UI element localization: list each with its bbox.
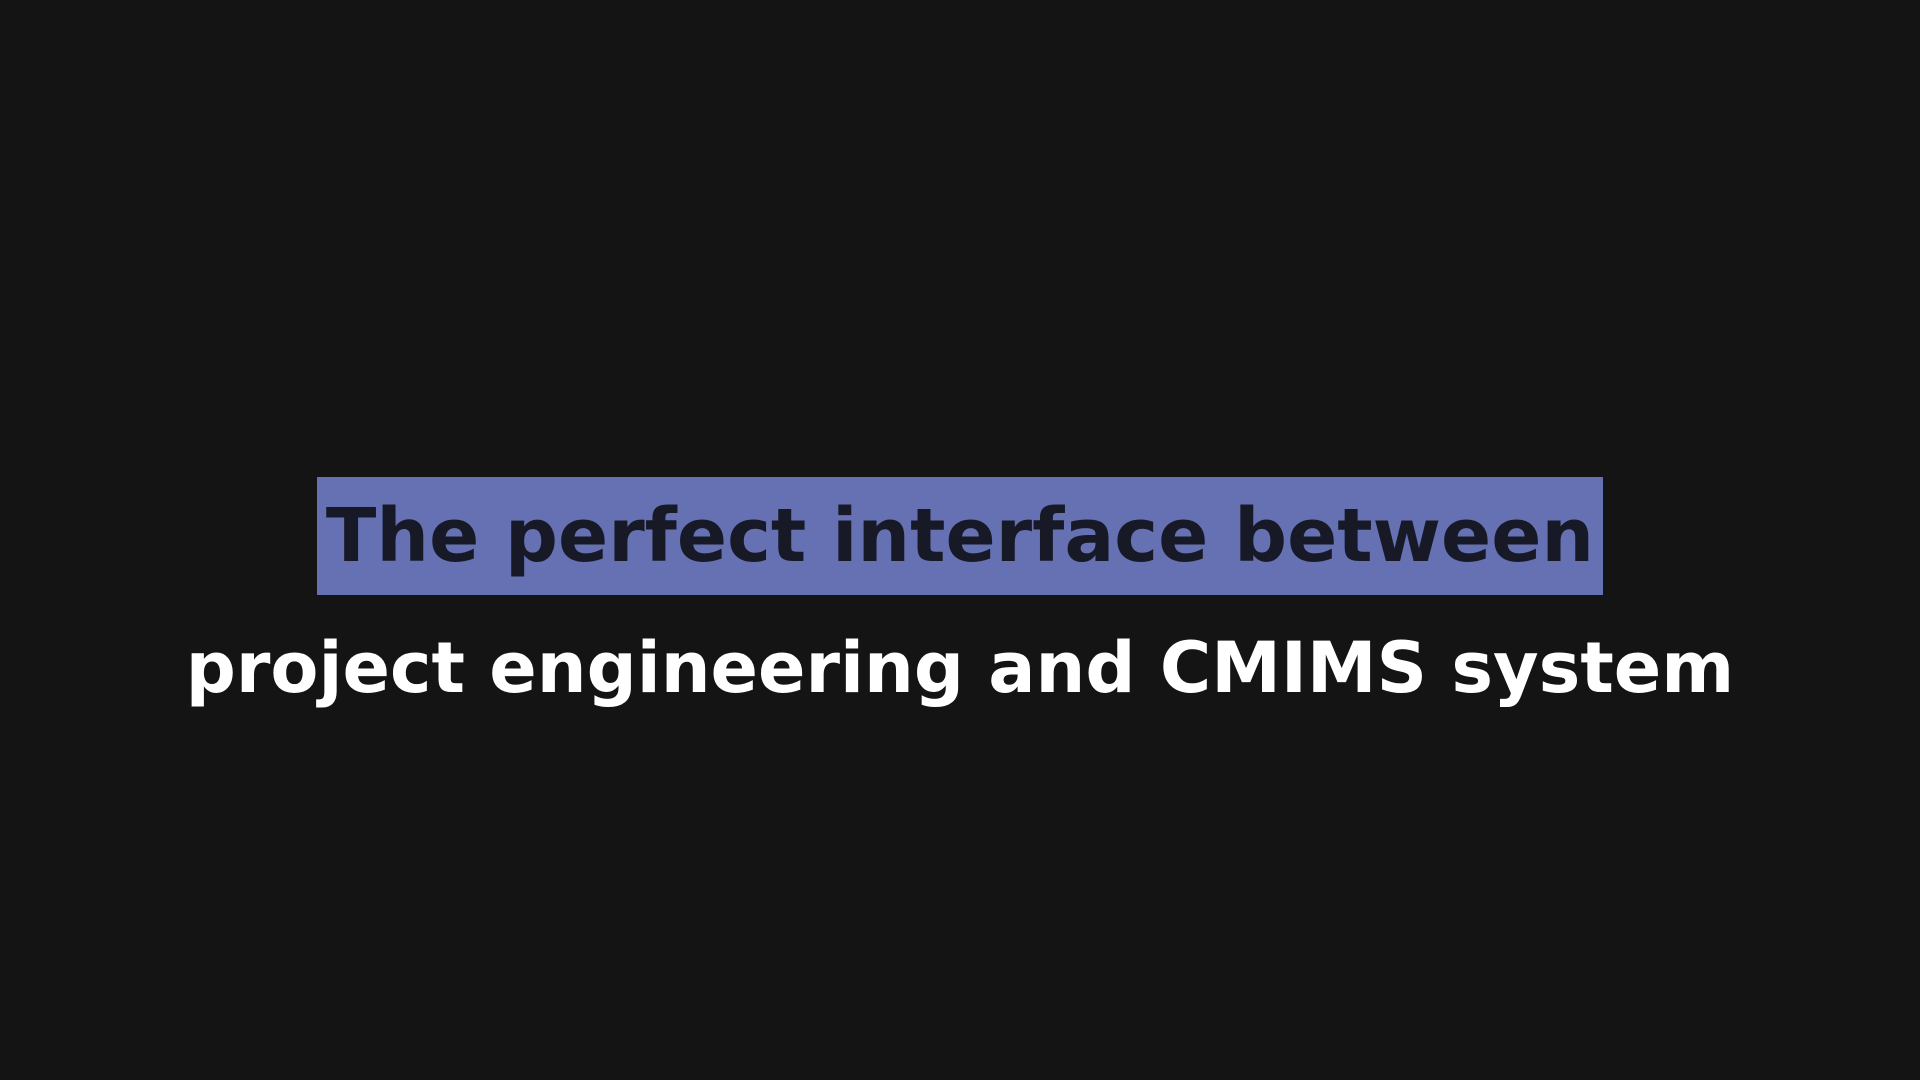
headline-text: The perfect interface between (325, 493, 1595, 579)
subline-text: project engineering and CMIMS system (185, 627, 1735, 709)
title-slide: The perfect interface between project en… (0, 0, 1920, 1080)
headline-highlight-box: The perfect interface between (317, 477, 1603, 595)
